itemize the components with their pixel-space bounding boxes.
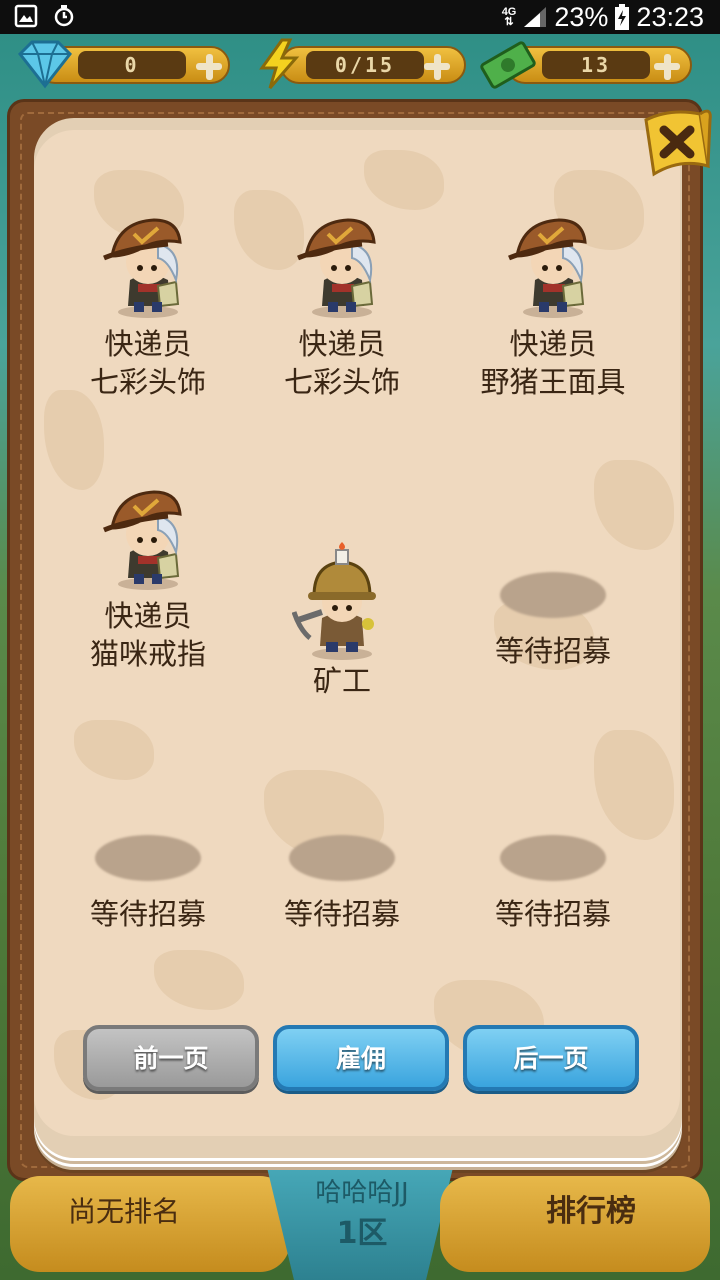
network-indicator: 4G ⇅ [501, 6, 517, 28]
character-slot[interactable]: 快递员 野猪王面具 [453, 210, 653, 401]
character-slot[interactable]: 快递员 七彩头饰 [242, 210, 442, 401]
slot-name: 快递员 [298, 327, 386, 361]
hire-button[interactable]: 雇佣 [273, 1025, 449, 1091]
rank-text: 尚无排名 [68, 1195, 181, 1228]
empty-slot[interactable]: 等待招募 [453, 552, 653, 670]
add-cash-button[interactable] [652, 52, 682, 82]
character-slot[interactable]: 快递员 猫咪戒指 [48, 482, 248, 673]
empty-slot[interactable]: 等待招募 [242, 815, 442, 933]
slot-item: 猫咪戒指 [89, 637, 206, 671]
energy-value: 0/15 [306, 51, 424, 79]
courier-avatar [453, 210, 653, 325]
alarm-icon [54, 5, 74, 27]
slot-item: 野猪王面具 [480, 365, 626, 399]
add-gems-button[interactable] [194, 52, 224, 82]
add-energy-button[interactable] [422, 52, 452, 82]
slot-name: 等待招募 [494, 634, 611, 668]
close-icon[interactable] [640, 100, 714, 186]
empty-slot-placeholder [95, 835, 201, 881]
courier-avatar [48, 482, 248, 597]
slot-item: 七彩头饰 [89, 365, 206, 399]
miner-avatar [242, 542, 442, 662]
slot-item: 七彩头饰 [283, 365, 400, 399]
diamond-icon [18, 40, 72, 89]
slot-name: 快递员 [104, 327, 192, 361]
empty-slot-placeholder [500, 835, 606, 881]
slot-name: 等待招募 [283, 897, 400, 931]
battery-icon [615, 4, 630, 30]
prev-page-button[interactable]: 前一页 [83, 1025, 259, 1091]
slot-name: 矿工 [312, 664, 371, 698]
gem-value: 0 [78, 51, 186, 79]
clock: 23:23 [636, 1, 704, 32]
energy-counter: 0/15 [256, 38, 466, 90]
battery-percent: 23% [554, 1, 609, 32]
signal-icon [524, 7, 547, 27]
courier-avatar [48, 210, 248, 325]
slot-name: 快递员 [104, 599, 192, 633]
placeholder-avatar [48, 815, 248, 895]
empty-slot[interactable]: 等待招募 [453, 815, 653, 933]
gem-counter: 0 [6, 38, 230, 90]
empty-slot[interactable]: 等待招募 [48, 815, 248, 933]
placeholder-avatar [453, 552, 653, 632]
bottom-bar: 尚无排名 哈哈哈JJ 1区 排行榜 [0, 1170, 720, 1280]
slot-name: 快递员 [509, 327, 597, 361]
courier-avatar [242, 210, 442, 325]
character-slot[interactable]: 快递员 七彩头饰 [48, 210, 248, 401]
empty-slot-placeholder [289, 835, 395, 881]
slot-name: 等待招募 [89, 897, 206, 931]
empty-slot-placeholder [500, 572, 606, 618]
cash-icon [480, 41, 536, 89]
lightning-icon [259, 38, 300, 89]
leaderboard-label: 排行榜 [546, 1194, 636, 1229]
next-page-button[interactable]: 后一页 [463, 1025, 639, 1091]
status-bar: 4G ⇅ 23% 23:23 [0, 0, 720, 34]
slot-name: 等待招募 [494, 897, 611, 931]
placeholder-avatar [453, 815, 653, 895]
character-slot[interactable]: 矿工 [242, 542, 442, 700]
cash-value: 13 [542, 51, 650, 79]
zone-label: 1区 [336, 1216, 388, 1251]
placeholder-avatar [242, 815, 442, 895]
cash-counter: 13 [476, 38, 692, 90]
player-name: 哈哈哈JJ [315, 1178, 409, 1208]
gallery-icon [14, 4, 38, 28]
